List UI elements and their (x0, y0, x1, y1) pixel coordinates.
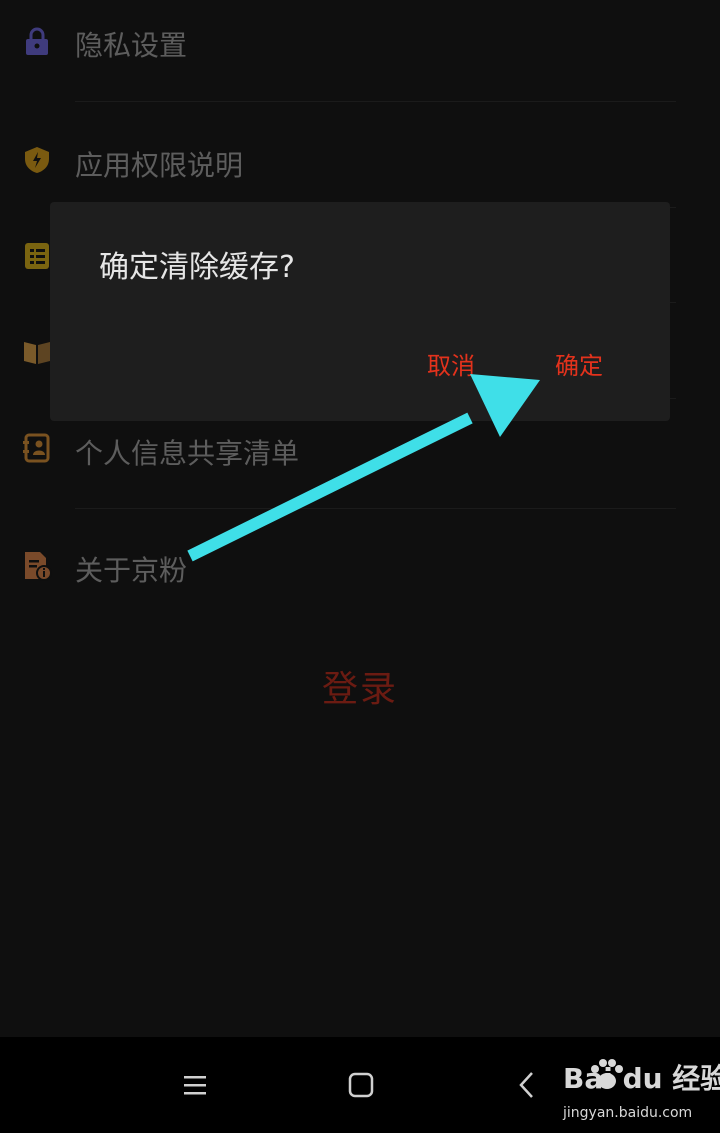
cancel-button[interactable]: 取消 (427, 346, 475, 381)
clear-cache-dialog: 确定清除缓存? 取消 确定 (50, 202, 670, 421)
watermark-brand: Bai du 经验 (563, 1062, 720, 1095)
baidu-watermark: Bai du 经验 jingyan.baidu.com (525, 1053, 720, 1133)
settings-item-label: 应用权限说明 (75, 149, 244, 182)
settings-item-label: 关于京粉 (75, 554, 188, 587)
watermark-url: jingyan.baidu.com (563, 1105, 693, 1121)
settings-screen: 隐私设置 应用权限说明 个人信息共享清单 关于京粉 登录 (0, 0, 720, 1037)
settings-item-label: 个人信息共享清单 (75, 437, 300, 470)
document-info-icon (25, 552, 52, 581)
dialog-title: 确定清除缓存? (99, 250, 295, 285)
list-icon (25, 243, 49, 269)
settings-item-privacy[interactable]: 隐私设置 (0, 0, 720, 102)
settings-item-label: 隐私设置 (75, 29, 188, 62)
home-icon[interactable] (341, 1065, 381, 1105)
system-nav-bar: Bai du 经验 jingyan.baidu.com (0, 1037, 720, 1133)
settings-item-about[interactable]: 关于京粉 (0, 509, 720, 627)
menu-icon[interactable] (175, 1065, 215, 1105)
contact-card-icon (23, 433, 50, 463)
login-button[interactable]: 登录 (0, 660, 720, 712)
lock-icon (26, 27, 48, 55)
shield-icon (25, 147, 49, 173)
book-icon (24, 342, 50, 364)
confirm-button[interactable]: 确定 (555, 346, 603, 381)
